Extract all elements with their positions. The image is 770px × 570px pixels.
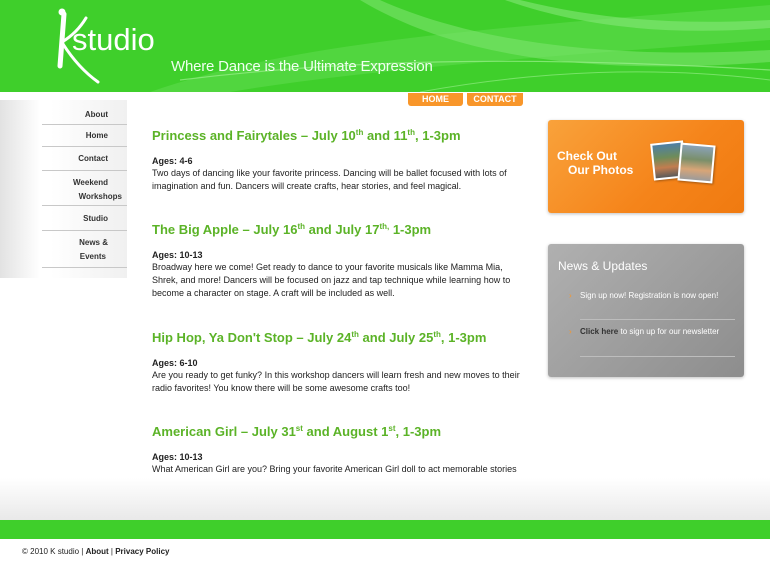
workshop-description: Broadway here we come! Get ready to danc…	[152, 262, 511, 298]
workshop-section: Princess and Fairytales – July 10th and …	[152, 128, 522, 193]
sidebar-shade	[0, 100, 40, 278]
sidebar-item-label: Weekend	[73, 178, 108, 187]
sidebar-item-label: News &	[79, 238, 108, 247]
workshop-ages: Ages: 6-10	[152, 358, 198, 368]
sidebar-item-label: Contact	[78, 154, 108, 163]
workshop-ages: Ages: 4-6	[152, 156, 193, 166]
site-footer: © 2010 K studio | About | Privacy Policy	[22, 547, 169, 556]
news-title: News & Updates	[558, 259, 648, 273]
newsletter-signup-link[interactable]: Click here	[580, 327, 618, 336]
sidebar-item-weekend-workshops[interactable]: Weekend Workshops	[42, 172, 127, 206]
sidebar-item-label: Home	[85, 131, 108, 140]
site-logo[interactable]: studio	[50, 6, 180, 88]
footer-privacy-link[interactable]: Privacy Policy	[115, 547, 169, 556]
sidebar-nav: About Home Contact Weekend Workshops Stu…	[0, 100, 127, 278]
logo-text: studio	[72, 22, 155, 57]
sidebar-item-label: Events	[79, 252, 106, 261]
news-updates-panel: News & Updates › Sign up now! Registrati…	[548, 244, 744, 377]
photo-thumbnail	[677, 142, 716, 184]
footer-about-link[interactable]: About	[86, 547, 109, 556]
top-contact-button[interactable]: CONTACT	[467, 93, 523, 106]
photos-label-line: Our Photos	[568, 163, 634, 177]
site-header: studio Where Dance is the Ultimate Expre…	[0, 0, 770, 92]
sidebar-item-label: Studio	[83, 214, 108, 223]
sidebar-item-contact[interactable]: Contact	[42, 148, 127, 171]
sidebar-item-about[interactable]: About	[42, 105, 127, 125]
top-home-button[interactable]: HOME	[408, 93, 463, 106]
news-item: › Click here to sign up for our newslett…	[569, 325, 735, 357]
workshop-title: American Girl – July 31st and August 1st…	[152, 424, 442, 439]
news-item-text: Sign up now! Registration is now open!	[580, 291, 719, 300]
news-item-text: to sign up for our newsletter	[618, 327, 720, 336]
bullet-arrow-icon: ›	[569, 291, 572, 300]
workshop-title: Princess and Fairytales – July 10th and …	[152, 128, 461, 143]
sidebar-item-studio[interactable]: Studio	[42, 207, 127, 231]
workshop-description: Two days of dancing like your favorite p…	[152, 168, 507, 191]
workshop-title: The Big Apple – July 16th and July 17th,…	[152, 222, 432, 237]
footer-fade	[0, 478, 770, 520]
workshop-section: The Big Apple – July 16th and July 17th,…	[152, 222, 522, 300]
workshop-ages: Ages: 10-13	[152, 452, 203, 462]
workshop-title: Hip Hop, Ya Don't Stop – July 24th and J…	[152, 330, 487, 345]
workshop-description: Are you ready to get funky? In this work…	[152, 370, 520, 393]
workshop-section: Hip Hop, Ya Don't Stop – July 24th and J…	[152, 330, 522, 395]
photos-label-line: Check Out	[557, 149, 618, 163]
news-item: › Sign up now! Registration is now open!	[569, 289, 735, 320]
bullet-arrow-icon: ›	[569, 327, 572, 336]
copyright-text: © 2010 K studio |	[22, 547, 86, 556]
workshop-ages: Ages: 10-13	[152, 250, 203, 260]
sidebar-item-home[interactable]: Home	[42, 126, 127, 147]
footer-green-bar	[0, 520, 770, 539]
check-out-photos-panel[interactable]: Check Out Our Photos	[548, 120, 744, 213]
site-tagline: Where Dance is the Ultimate Expression	[171, 58, 433, 75]
sidebar-item-news-events[interactable]: News & Events	[42, 232, 127, 268]
photos-label: Check Out Our Photos	[557, 149, 633, 177]
sidebar-item-label: Workshops	[78, 192, 122, 201]
sidebar-item-label: About	[84, 110, 108, 119]
